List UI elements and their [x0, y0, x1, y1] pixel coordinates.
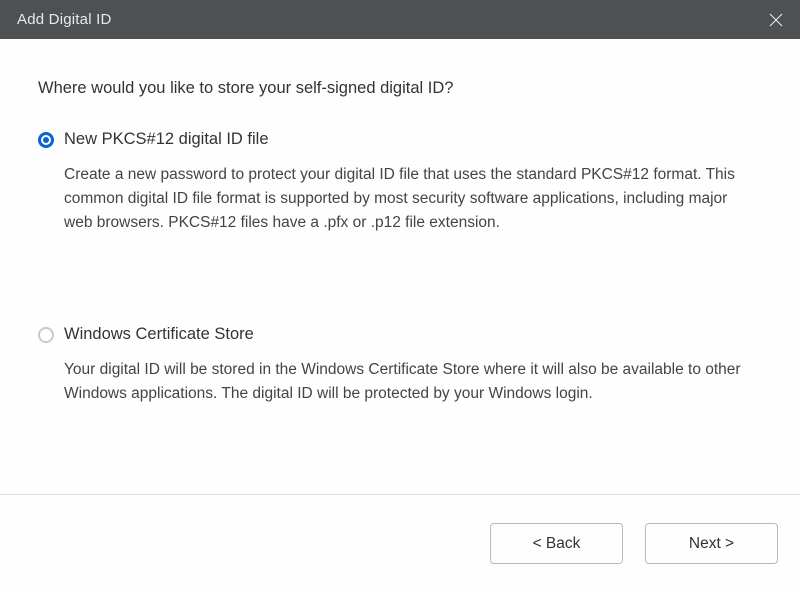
- window-title: Add Digital ID: [17, 11, 112, 28]
- option-pkcs12-description: Create a new password to protect your di…: [64, 163, 762, 235]
- radio-pkcs12[interactable]: [38, 132, 54, 148]
- titlebar: Add Digital ID: [0, 0, 800, 39]
- option-pkcs12-label: New PKCS#12 digital ID file: [64, 130, 269, 149]
- close-button[interactable]: [752, 0, 800, 39]
- prompt-text: Where would you like to store your self-…: [38, 79, 762, 98]
- option-pkcs12-header[interactable]: New PKCS#12 digital ID file: [38, 130, 762, 149]
- option-windows-store-description: Your digital ID will be stored in the Wi…: [64, 358, 762, 406]
- next-button[interactable]: Next >: [645, 523, 778, 564]
- option-windows-store-header[interactable]: Windows Certificate Store: [38, 325, 762, 344]
- back-button[interactable]: < Back: [490, 523, 623, 564]
- close-icon: [769, 13, 783, 27]
- option-pkcs12: New PKCS#12 digital ID file Create a new…: [38, 130, 762, 235]
- option-windows-store: Windows Certificate Store Your digital I…: [38, 325, 762, 406]
- radio-windows-store[interactable]: [38, 327, 54, 343]
- dialog-content: Where would you like to store your self-…: [0, 39, 800, 494]
- dialog-footer: < Back Next >: [0, 494, 800, 592]
- option-windows-store-label: Windows Certificate Store: [64, 325, 254, 344]
